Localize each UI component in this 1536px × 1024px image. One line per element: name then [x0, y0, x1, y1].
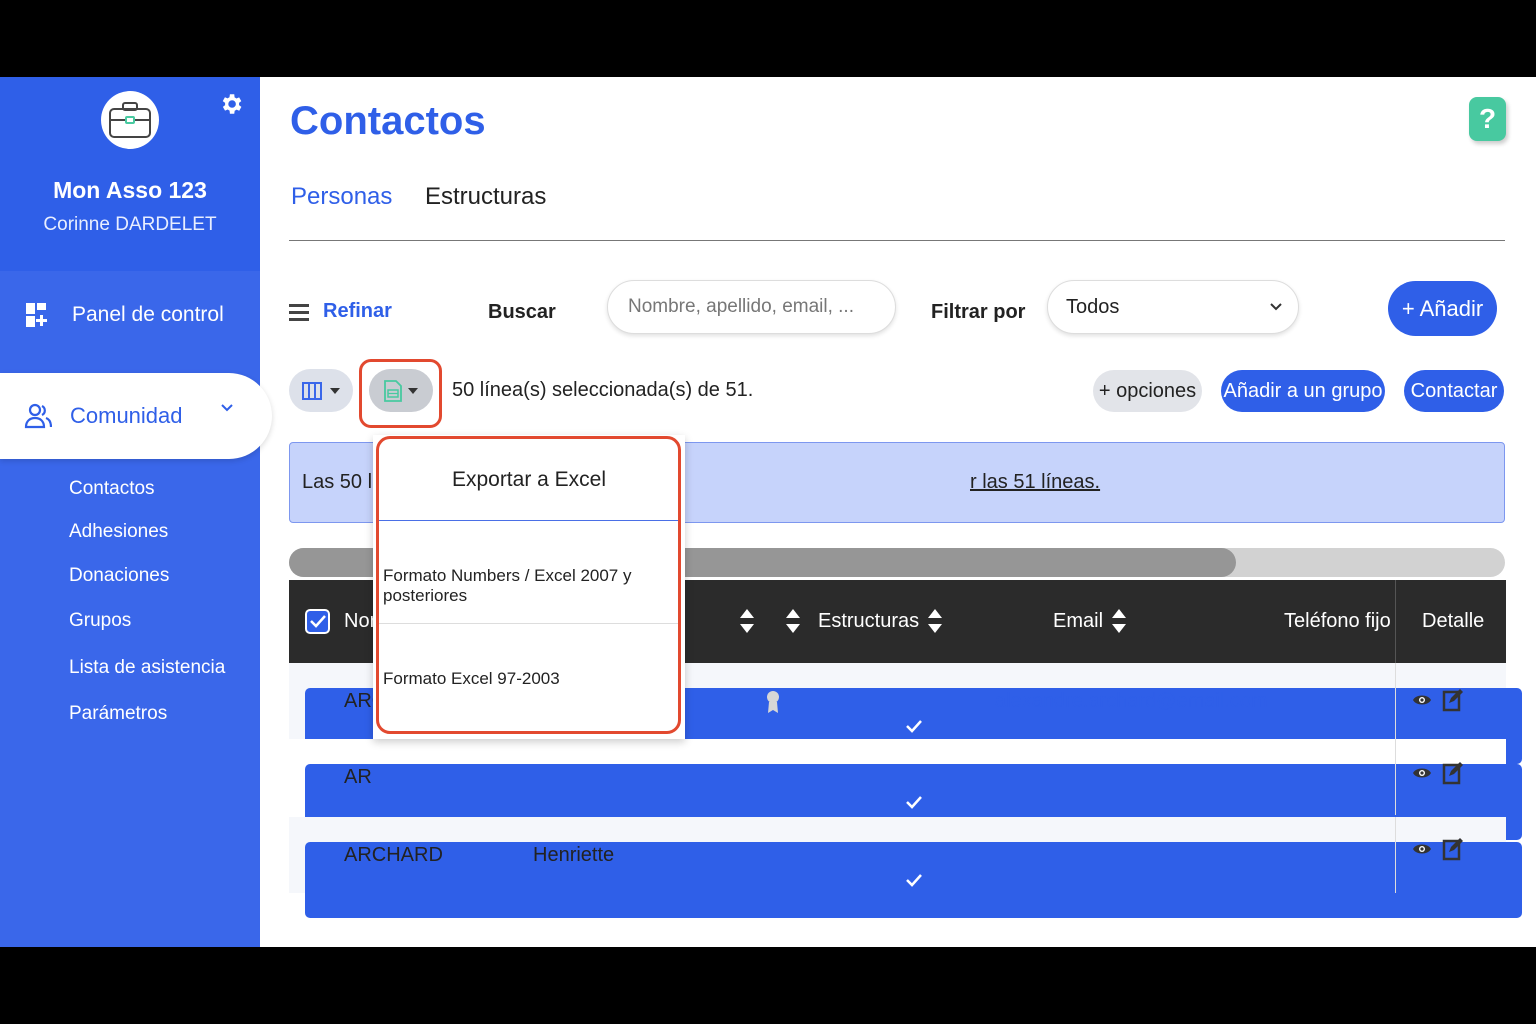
nav-panel-label: Panel de control: [72, 303, 224, 326]
nav-comunidad[interactable]: Comunidad: [0, 373, 272, 459]
buscar-label: Buscar: [488, 301, 556, 323]
check-icon: [905, 719, 922, 733]
row-actions: [1412, 761, 1464, 785]
app-frame: Mon Asso 123 Corinne DARDELET Panel de c…: [0, 77, 1536, 947]
table-row[interactable]: AR: [289, 739, 1522, 840]
check-icon: [905, 795, 922, 809]
eye-icon[interactable]: [1412, 842, 1432, 856]
column-divider: [1395, 739, 1396, 815]
cell-first-name: Henriette: [533, 844, 615, 866]
th-estructuras-label: Estructuras: [818, 609, 920, 632]
subnav-lista-asistencia[interactable]: Lista de asistencia: [69, 657, 225, 679]
columns-icon: [302, 381, 322, 400]
add-button[interactable]: + Añadir: [1388, 281, 1497, 336]
tab-divider: [289, 240, 1505, 241]
edit-icon[interactable]: [1442, 837, 1464, 861]
briefcase-icon: [109, 102, 151, 138]
th-email[interactable]: Email: [1053, 608, 1127, 634]
sort-icon[interactable]: [739, 608, 755, 634]
sort-icon[interactable]: [785, 608, 801, 634]
sidebar-header: Mon Asso 123 Corinne DARDELET: [0, 77, 260, 271]
options-button[interactable]: + opciones: [1093, 370, 1202, 412]
tab-personas[interactable]: Personas: [291, 183, 392, 211]
chevron-down-icon: [221, 404, 233, 412]
column-divider: [1395, 580, 1396, 663]
check-icon: [309, 615, 326, 628]
users-icon: [24, 403, 52, 429]
page-title: Contactos: [290, 99, 486, 143]
checkbox[interactable]: [305, 609, 330, 634]
row-actions: [1412, 688, 1464, 712]
filter-select[interactable]: Todos: [1047, 280, 1299, 334]
row-actions: [1412, 837, 1464, 861]
dashboard-icon: [26, 303, 47, 327]
edit-icon[interactable]: [1442, 761, 1464, 785]
nav-panel-control[interactable]: Panel de control: [26, 295, 224, 335]
org-name: Mon Asso 123: [53, 177, 207, 203]
subnav-contactos[interactable]: Contactos: [69, 478, 155, 500]
sidebar: Mon Asso 123 Corinne DARDELET Panel de c…: [0, 77, 272, 947]
cell-last-name: AR: [344, 766, 372, 788]
row-checkbox[interactable]: [305, 842, 1522, 918]
th-nombre[interactable]: Nor: [344, 610, 376, 633]
menu-icon: [289, 303, 309, 321]
org-avatar[interactable]: [101, 91, 159, 149]
subnav-grupos[interactable]: Grupos: [69, 610, 131, 632]
column-divider: [1395, 663, 1396, 739]
member-badge-icon: [767, 691, 779, 713]
sort-icon: [1112, 609, 1127, 633]
sort-icon: [786, 609, 800, 633]
column-divider: [1395, 817, 1396, 893]
eye-icon[interactable]: [1412, 766, 1432, 780]
cell-last-name: ARCHARD: [344, 844, 443, 866]
add-to-group-button[interactable]: Añadir a un grupo: [1221, 370, 1385, 412]
edit-icon[interactable]: [1442, 688, 1464, 712]
refinar-label: Refinar: [323, 300, 392, 322]
subnav-donaciones[interactable]: Donaciones: [69, 565, 169, 587]
caret-down-icon: [330, 387, 340, 394]
sort-icon: [928, 609, 943, 633]
cell-email[interactable]: alexandre.archard@email.com: [995, 690, 1268, 713]
nav-comunidad-label: Comunidad: [70, 403, 183, 428]
eye-icon[interactable]: [1412, 693, 1432, 707]
th-estructuras[interactable]: Estructuras: [818, 608, 943, 634]
subnav-adhesiones[interactable]: Adhesiones: [69, 521, 168, 543]
export-button-highlight: [359, 359, 442, 428]
chevron-down-icon: [1270, 303, 1282, 311]
subnav-parametros[interactable]: Parámetros: [69, 703, 167, 725]
contact-button[interactable]: Contactar: [1404, 370, 1504, 412]
filter-value: Todos: [1066, 295, 1120, 318]
dropdown-highlight: [376, 436, 681, 734]
th-detalle: Detalle: [1422, 610, 1485, 632]
help-button[interactable]: ?: [1469, 97, 1506, 141]
tab-estructuras[interactable]: Estructuras: [425, 183, 546, 211]
sort-icon: [740, 609, 754, 633]
check-icon: [905, 873, 922, 887]
gear-icon[interactable]: [218, 91, 244, 117]
user-name: Corinne DARDELET: [43, 214, 217, 235]
columns-button[interactable]: [289, 369, 353, 412]
table-row[interactable]: ARCHARD Henriette: [289, 817, 1522, 918]
select-all-link[interactable]: r las 51 líneas.: [970, 471, 1100, 494]
refinar-button[interactable]: Refinar: [289, 300, 392, 323]
filtrar-label: Filtrar por: [931, 301, 1026, 323]
th-telefono: Teléfono fijo: [1284, 610, 1391, 632]
search-input[interactable]: [607, 280, 896, 334]
th-email-label: Email: [1053, 609, 1104, 632]
select-all-checkbox[interactable]: [305, 609, 330, 634]
selection-count: 50 línea(s) seleccionada(s) de 51.: [452, 379, 754, 401]
